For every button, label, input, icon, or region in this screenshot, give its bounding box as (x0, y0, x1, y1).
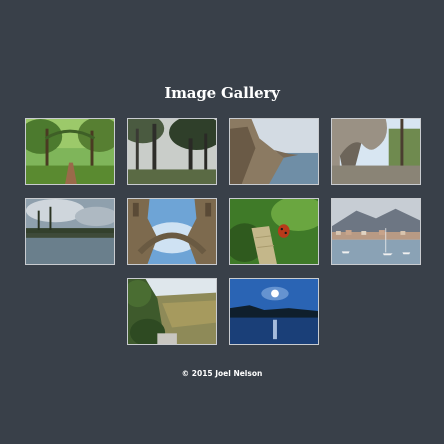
gallery-thumb-harbor-village[interactable] (331, 198, 421, 265)
moonlit-lake-image (230, 279, 318, 344)
gallery-thumb-forest-path[interactable] (25, 118, 115, 185)
lake-reflection-image (26, 199, 114, 264)
forest-path-image (26, 119, 114, 184)
coastal-cliffs-image (230, 119, 318, 184)
valley-hills-image (128, 279, 216, 344)
harbor-village-image (332, 199, 420, 264)
gallery-thumb-valley-hills[interactable] (127, 278, 217, 345)
rock-arch-image (332, 119, 420, 184)
gallery-thumb-ladybug-leaf[interactable] (229, 198, 319, 265)
stone-arch-sky-image (128, 199, 216, 264)
gallery-thumb-misty-trees[interactable] (127, 118, 217, 185)
gallery-thumb-moonlit-lake[interactable] (229, 278, 319, 345)
gallery-thumb-lake-reflection[interactable] (25, 198, 115, 265)
gallery-thumb-stone-arch-sky[interactable] (127, 198, 217, 265)
footer-copyright: © 2015 Joel Nelson (181, 369, 263, 378)
misty-trees-image (128, 119, 216, 184)
gallery-thumb-rock-arch[interactable] (331, 118, 421, 185)
gallery-thumb-coastal-cliffs[interactable] (229, 118, 319, 185)
ladybug-leaf-image (230, 199, 318, 264)
